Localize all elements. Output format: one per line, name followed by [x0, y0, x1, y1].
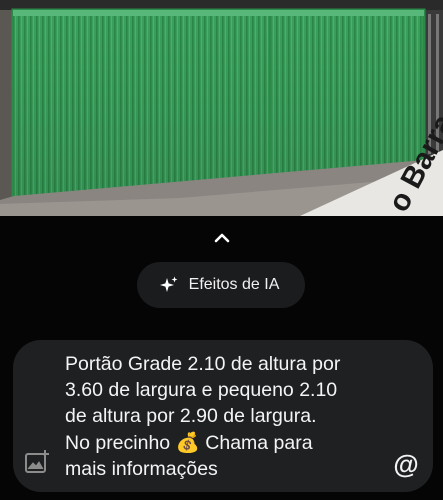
- caption-text[interactable]: Portão Grade 2.10 de altura por 3.60 de …: [65, 351, 395, 482]
- sparkle-icon: [159, 276, 178, 292]
- gate-photo-image: o Barra: [0, 0, 443, 216]
- at-icon[interactable]: @: [391, 449, 421, 479]
- ai-effects-button[interactable]: Efeitos de IA: [137, 262, 305, 308]
- status-screen: o Barra Efeitos de IA Portão Grade 2.10 …: [0, 0, 443, 500]
- ai-effects-label: Efeitos de IA: [188, 276, 280, 293]
- gate-photo: o Barra: [0, 0, 443, 216]
- chevron-up-icon[interactable]: [212, 230, 232, 246]
- add-image-icon[interactable]: [24, 449, 50, 475]
